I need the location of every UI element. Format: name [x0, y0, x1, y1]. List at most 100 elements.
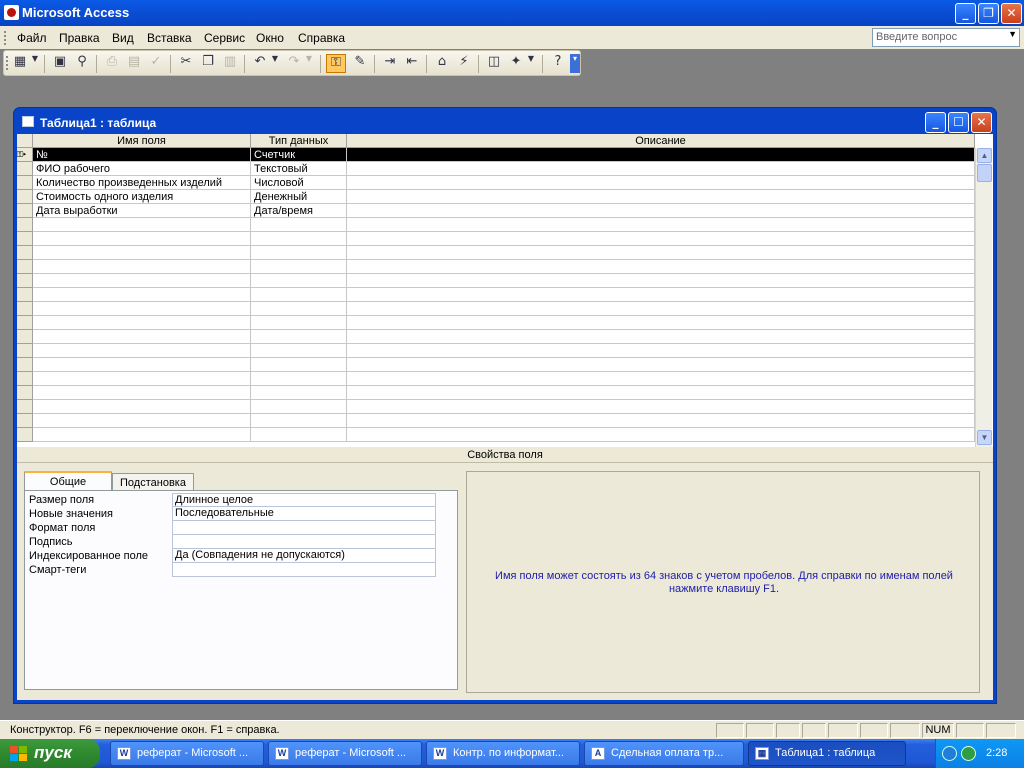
taskbar-button[interactable]: W Контр. по информат... [426, 741, 580, 766]
data-type-cell[interactable] [251, 302, 347, 316]
view-icon[interactable]: ▦ [10, 54, 30, 73]
description-cell[interactable] [347, 176, 975, 190]
field-name-cell[interactable] [33, 232, 251, 246]
data-type-cell[interactable] [251, 330, 347, 344]
description-cell[interactable] [347, 330, 975, 344]
table-row[interactable] [33, 414, 975, 428]
field-name-cell[interactable] [33, 288, 251, 302]
table-row[interactable]: Стоимость одного изделия Денежный [33, 190, 975, 204]
table-row[interactable] [33, 428, 975, 442]
table-icon[interactable] [22, 116, 34, 127]
table-row[interactable] [33, 288, 975, 302]
column-header-description[interactable]: Описание [347, 134, 975, 148]
field-name-cell[interactable] [33, 400, 251, 414]
description-cell[interactable] [347, 260, 975, 274]
data-type-cell[interactable] [251, 386, 347, 400]
sound-icon[interactable] [961, 746, 976, 761]
data-type-cell[interactable]: Денежный [251, 190, 347, 204]
field-name-cell[interactable] [33, 344, 251, 358]
table-row[interactable] [33, 218, 975, 232]
redo-dropdown-icon[interactable]: ▼ [304, 54, 314, 73]
table-row[interactable] [33, 302, 975, 316]
row-selector[interactable] [17, 260, 33, 274]
field-name-cell[interactable] [33, 246, 251, 260]
delete-rows-icon[interactable]: ⇤ [402, 54, 422, 73]
description-cell[interactable] [347, 414, 975, 428]
print-preview-icon[interactable]: ▤ [124, 54, 144, 73]
spelling-icon[interactable]: ✓ [146, 54, 166, 73]
taskbar-button[interactable]: Wреферат - Microsoft ... [268, 741, 422, 766]
menu-file[interactable]: Файл [17, 31, 47, 45]
row-selector[interactable] [17, 316, 33, 330]
table-row[interactable] [33, 344, 975, 358]
description-cell[interactable] [347, 358, 975, 372]
new-object-dropdown-icon[interactable]: ▼ [526, 54, 536, 73]
access-app-icon[interactable] [4, 5, 19, 20]
description-cell[interactable] [347, 190, 975, 204]
data-type-cell[interactable] [251, 414, 347, 428]
description-cell[interactable] [347, 302, 975, 316]
row-selector[interactable] [17, 246, 33, 260]
data-type-cell[interactable] [251, 260, 347, 274]
close-button[interactable]: ✕ [1001, 3, 1022, 24]
cut-icon[interactable]: ✂ [176, 54, 196, 73]
table-row[interactable] [33, 400, 975, 414]
property-value-field[interactable]: Длинное целое [172, 493, 436, 507]
start-button[interactable]: пуск [0, 739, 100, 768]
row-selector[interactable] [17, 428, 33, 442]
row-selector[interactable] [17, 400, 33, 414]
data-type-cell[interactable] [251, 344, 347, 358]
row-selector[interactable] [17, 330, 33, 344]
data-type-cell[interactable] [251, 288, 347, 302]
table-row[interactable] [33, 330, 975, 344]
data-type-cell[interactable] [251, 428, 347, 442]
field-name-cell[interactable]: № [33, 148, 251, 162]
property-value-field[interactable] [172, 563, 436, 577]
row-selector[interactable] [17, 344, 33, 358]
description-cell[interactable] [347, 148, 975, 162]
table-row[interactable] [33, 274, 975, 288]
field-name-cell[interactable]: Дата выработки [33, 204, 251, 218]
description-cell[interactable] [347, 344, 975, 358]
description-cell[interactable] [347, 288, 975, 302]
doc-maximize-button[interactable]: ☐ [948, 112, 969, 133]
description-cell[interactable] [347, 218, 975, 232]
description-cell[interactable] [347, 400, 975, 414]
menu-window[interactable]: Окно [256, 31, 284, 45]
row-selector[interactable] [17, 204, 33, 218]
table-row[interactable]: Дата выработки Дата/время [33, 204, 975, 218]
description-cell[interactable] [347, 316, 975, 330]
menu-help[interactable]: Справка [298, 31, 345, 45]
row-selector[interactable] [17, 302, 33, 316]
description-cell[interactable] [347, 372, 975, 386]
table-row[interactable] [33, 386, 975, 400]
field-name-cell[interactable] [33, 302, 251, 316]
database-window-icon[interactable]: ◫ [484, 54, 504, 73]
ask-question-input[interactable]: Введите вопрос ▼ [872, 28, 1020, 47]
help-icon[interactable]: ? [548, 54, 568, 73]
property-value-field[interactable]: Последовательные [172, 507, 436, 521]
copy-icon[interactable]: ❐ [198, 54, 218, 73]
menu-tools[interactable]: Сервис [204, 31, 245, 45]
chevron-down-icon[interactable]: ▼ [1008, 29, 1017, 39]
search-icon[interactable]: ⚲ [72, 54, 92, 73]
table-row[interactable]: Количество произведенных изделий Числовой [33, 176, 975, 190]
row-selector[interactable] [17, 288, 33, 302]
insert-rows-icon[interactable]: ⇥ [380, 54, 400, 73]
paste-icon[interactable]: ▥ [220, 54, 240, 73]
builder-icon[interactable]: ✎ [350, 54, 370, 73]
menu-view[interactable]: Вид [112, 31, 134, 45]
table-row[interactable] [33, 232, 975, 246]
toolbar-options-icon[interactable]: ▾ [570, 54, 580, 73]
table-row[interactable] [33, 260, 975, 274]
table-row[interactable] [33, 372, 975, 386]
menu-insert[interactable]: Вставка [147, 31, 192, 45]
primary-key-icon[interactable]: ⚿ [326, 54, 346, 73]
row-selector[interactable] [17, 176, 33, 190]
description-cell[interactable] [347, 386, 975, 400]
row-selector[interactable] [17, 232, 33, 246]
description-cell[interactable] [347, 274, 975, 288]
description-cell[interactable] [347, 162, 975, 176]
data-type-cell[interactable] [251, 400, 347, 414]
indexes-icon[interactable]: ⚡ [454, 54, 474, 73]
